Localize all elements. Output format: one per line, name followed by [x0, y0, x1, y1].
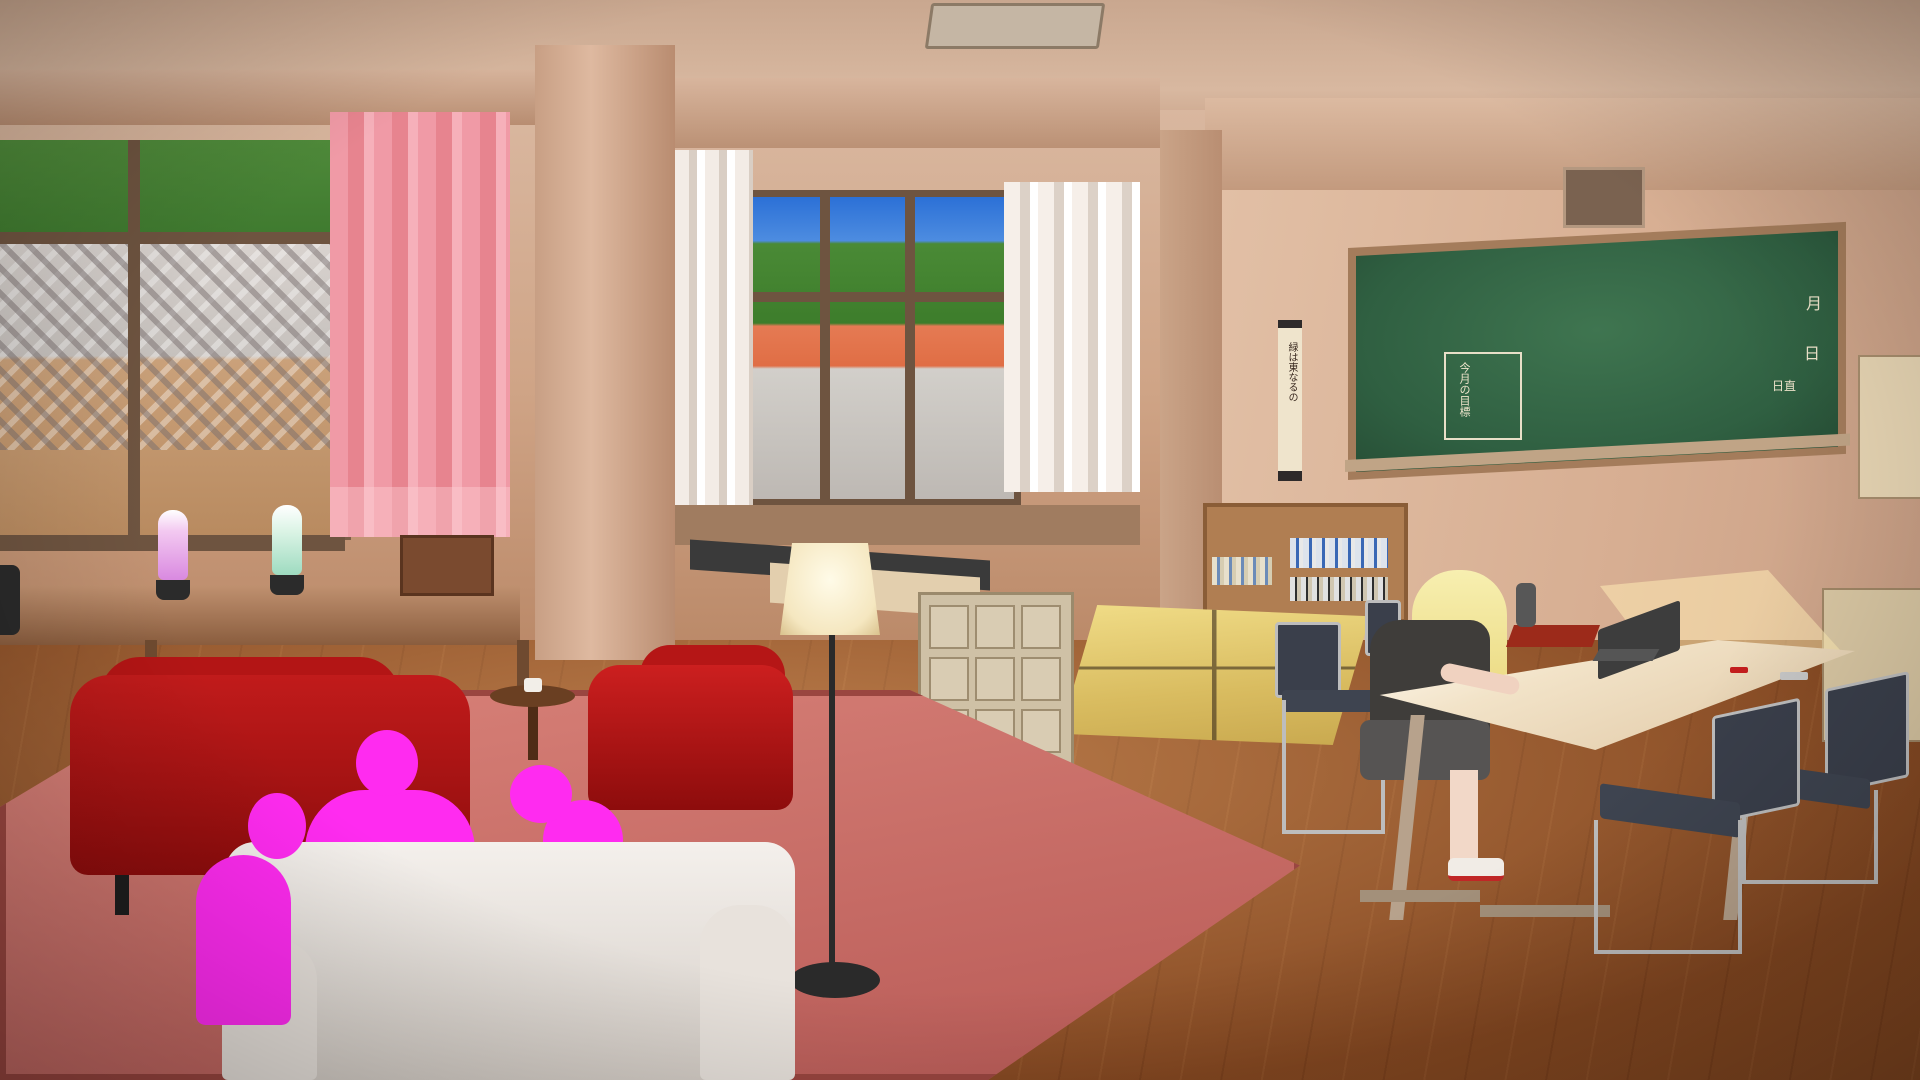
sofa-leg — [115, 875, 129, 915]
student-silhouette-head[interactable] — [510, 765, 572, 823]
window-frame — [745, 190, 1021, 506]
lava-lamp-base — [156, 580, 190, 600]
chalkboard-duty: 日直 — [1772, 379, 1797, 393]
table-foot — [1480, 905, 1610, 917]
radio[interactable] — [400, 535, 494, 596]
chair-backrest — [1275, 622, 1341, 698]
drawer[interactable] — [929, 657, 969, 701]
red-armchair[interactable] — [588, 665, 793, 810]
white-curtain-right[interactable] — [1004, 182, 1140, 492]
side-table-leg — [528, 700, 538, 760]
chalkboard-goal-title: 今月の目標 — [1458, 362, 1471, 417]
lava-lamp-pink[interactable] — [158, 510, 188, 580]
books — [1290, 538, 1388, 568]
student-silhouette-head[interactable] — [248, 793, 306, 859]
lattice-fence — [0, 240, 345, 450]
pink-curtain[interactable] — [330, 112, 510, 537]
floor-lamp-base — [790, 962, 880, 998]
ceiling-beam-middle — [670, 78, 1160, 148]
ceiling-fluorescent-light — [924, 3, 1106, 49]
wall-speaker — [1563, 167, 1645, 228]
floor-lamp[interactable] — [780, 543, 880, 635]
drawer[interactable] — [975, 657, 1015, 701]
speaker[interactable] — [0, 565, 20, 635]
drawer[interactable] — [975, 605, 1015, 649]
cup[interactable] — [524, 678, 542, 692]
chalkboard[interactable] — [1356, 230, 1838, 472]
pillar — [535, 45, 675, 660]
table-foot — [1360, 890, 1480, 902]
student-silhouette-head[interactable] — [356, 730, 418, 796]
window-frame-bar — [128, 140, 140, 540]
lava-lamp-green[interactable] — [272, 505, 302, 575]
drawer[interactable] — [929, 605, 969, 649]
red-pen[interactable] — [1730, 667, 1748, 673]
window-counter — [675, 505, 1140, 545]
white-sofa-armrest — [700, 905, 795, 1080]
white-curtain-left[interactable] — [675, 150, 753, 512]
tray[interactable] — [1505, 625, 1601, 647]
window-frame-bar — [0, 232, 345, 244]
books — [1212, 557, 1272, 585]
books — [1290, 577, 1388, 601]
laptop-keyboard — [1592, 649, 1660, 661]
chalkboard-month: 月 — [1806, 294, 1823, 313]
wall-cabinet[interactable] — [1858, 355, 1920, 499]
student-silhouette-body[interactable] — [196, 855, 291, 1025]
drawer[interactable] — [1021, 657, 1061, 701]
drawer[interactable] — [1021, 605, 1061, 649]
eraser[interactable] — [1780, 672, 1808, 680]
chalkboard-day: 日 — [1804, 344, 1821, 363]
scroll-calligraphy: 緑は東なるの — [1286, 342, 1297, 402]
lava-lamp-base — [270, 575, 304, 595]
thermos[interactable] — [1516, 583, 1536, 627]
chair-frame — [1594, 820, 1742, 954]
floor-lamp-pole — [829, 632, 835, 967]
